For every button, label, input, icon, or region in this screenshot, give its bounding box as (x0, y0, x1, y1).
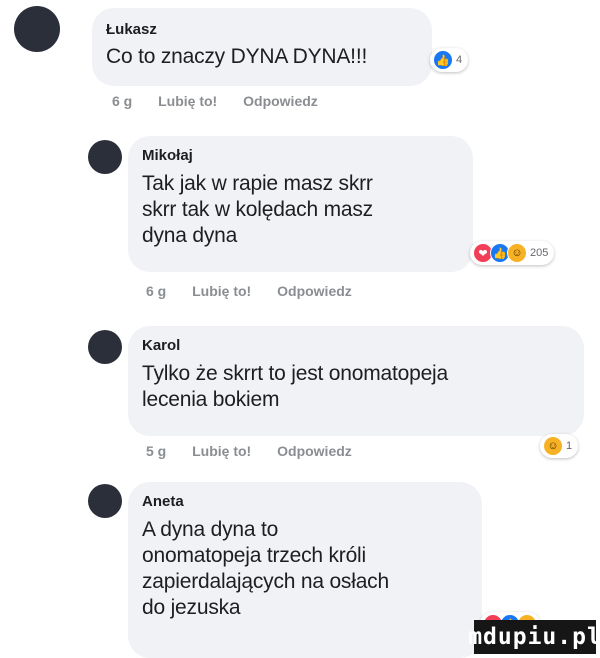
comment-text: onomatopeja trzech króli (142, 544, 366, 567)
comment-bubble: Aneta A dyna dyna to onomatopeja trzech … (128, 482, 482, 658)
like-link[interactable]: Lubię to! (158, 93, 217, 109)
comment-text: zapierdalających na osłach (142, 570, 389, 593)
comment-text: dyna dyna (142, 224, 238, 247)
comment-bubble: Mikołaj Tak jak w rapie masz skrr skrr t… (128, 136, 473, 272)
comment-text: Tak jak w rapie masz skrr (142, 172, 373, 195)
like-link[interactable]: Lubię to! (192, 283, 251, 299)
comment-meta: 6 g Lubię to! Odpowiedz (112, 93, 340, 109)
reactions-badge[interactable]: ☺ 1 (540, 434, 579, 458)
reaction-count: 4 (456, 54, 463, 66)
comment-author[interactable]: Aneta (142, 492, 466, 512)
comment-meta: 6 g Lubię to! Odpowiedz (146, 283, 374, 299)
comment-text: skrr tak w kolędach masz (142, 198, 373, 221)
avatar[interactable] (14, 6, 60, 52)
reactions-badge[interactable]: ❤ 👍 ☺ 205 (470, 241, 555, 265)
avatar[interactable] (88, 330, 122, 364)
comment-text: Tylko że skrrt to jest onomatopeja (142, 362, 449, 385)
avatar[interactable] (88, 484, 122, 518)
reply-link[interactable]: Odpowiedz (277, 283, 352, 299)
reaction-count: 1 (566, 440, 573, 452)
avatar[interactable] (88, 140, 122, 174)
comment-author[interactable]: Mikołaj (142, 146, 457, 166)
comment-author[interactable]: Łukasz (106, 20, 416, 40)
comment-bubble: Karol Tylko że skrrt to jest onomatopeja… (128, 326, 584, 436)
comment-text: lecenia bokiem (142, 388, 280, 411)
comment-time[interactable]: 6 g (146, 283, 166, 299)
comment-time[interactable]: 5 g (146, 443, 166, 459)
comment-text: A dyna dyna to (142, 518, 279, 541)
reply-link[interactable]: Odpowiedz (277, 443, 352, 459)
watermark-logo: mdupiu.pl (468, 620, 600, 654)
haha-icon: ☺ (507, 243, 527, 263)
like-link[interactable]: Lubię to! (192, 443, 251, 459)
comment-meta: 5 g Lubię to! Odpowiedz (146, 443, 374, 459)
haha-icon: ☺ (543, 436, 563, 456)
reactions-badge[interactable]: 👍 4 (430, 48, 469, 72)
reaction-count: 205 (530, 247, 549, 259)
like-icon: 👍 (433, 50, 453, 70)
comment-time[interactable]: 6 g (112, 93, 132, 109)
comment-author[interactable]: Karol (142, 336, 568, 356)
reply-link[interactable]: Odpowiedz (243, 93, 318, 109)
comment-text: do jezuska (142, 596, 241, 619)
comment-text: Co to znaczy DYNA DYNA!!! (106, 45, 368, 68)
comment-bubble: Łukasz Co to znaczy DYNA DYNA!!! (92, 8, 432, 86)
